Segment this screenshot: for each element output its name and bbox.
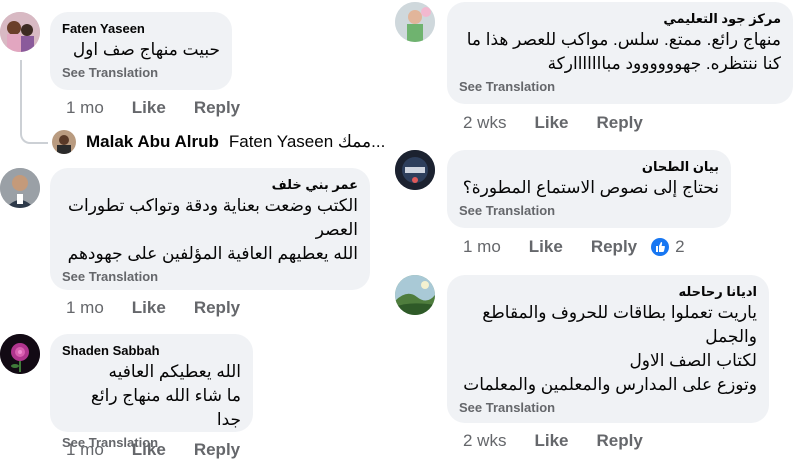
reply-button[interactable]: Reply	[194, 440, 240, 460]
comment-text-line: لكتاب الصف الاول	[629, 351, 757, 370]
avatar[interactable]	[395, 2, 435, 42]
comment-actions: 1 mo Like Reply 2	[463, 237, 685, 257]
comment-author[interactable]: مركز جود التعليمي	[459, 10, 781, 28]
comment-text-line: كنا ننتظره. جهوووووود مباااااااركة	[547, 54, 781, 73]
reply-button[interactable]: Reply	[597, 113, 643, 133]
comment-text-line: الكتب وضعت بعناية ودقة وتواكب تطورات	[67, 196, 358, 215]
comment-text-line: الله يعطيهم العافية المؤلفين على جهودهم	[67, 244, 358, 263]
profile-photo-icon	[395, 150, 435, 190]
profile-photo-icon	[395, 2, 435, 42]
see-translation-link[interactable]: See Translation	[459, 78, 781, 96]
reaction-count[interactable]: 2	[675, 237, 684, 257]
comment-text: حبيت منهاج صف اول	[72, 40, 220, 59]
rose-icon	[0, 334, 40, 374]
like-button[interactable]: Like	[534, 431, 568, 451]
comment-author[interactable]: عمر بني خلف	[62, 176, 358, 194]
comment-time[interactable]: 1 mo	[66, 298, 104, 318]
landscape-photo-icon	[395, 275, 435, 315]
comment-bubble: Faten Yaseen حبيت منهاج صف اول See Trans…	[50, 12, 232, 90]
reply-author[interactable]: Malak Abu Alrub	[86, 132, 219, 152]
comment-bubble: Shaden Sabbah الله يعطيكم العافيه ما شاء…	[50, 334, 253, 450]
avatar[interactable]	[395, 150, 435, 190]
reply-button[interactable]: Reply	[194, 298, 240, 318]
comment-actions: 1 mo Like Reply	[66, 98, 240, 118]
comment-text-line: ما شاء الله منهاج رائع جدا	[90, 386, 241, 429]
thumbs-up-icon[interactable]	[651, 238, 670, 256]
profile-photo-icon	[0, 168, 40, 208]
like-button[interactable]: Like	[534, 113, 568, 133]
see-translation-link[interactable]: See Translation	[459, 202, 719, 220]
comment-bubble: عمر بني خلف الكتب وضعت بعناية ودقة وتواك…	[50, 168, 370, 290]
comment-text-line: منهاج رائع. ممتع. سلس. مواكب للعصر هذا م…	[466, 30, 781, 49]
comment-bubble: بيان الطحان نحتاج إلى نصوص الاستماع المط…	[447, 150, 731, 228]
see-translation-link[interactable]: See Translation	[62, 64, 220, 82]
comment-bubble: مركز جود التعليمي منهاج رائع. ممتع. سلس.…	[447, 2, 793, 104]
see-translation-link[interactable]: See Translation	[62, 268, 358, 286]
comment-time[interactable]: 2 wks	[463, 431, 506, 451]
comment-text-line: ياريت تعملوا بطاقات للحروف والمقاطع	[482, 303, 757, 322]
comment-text-line: وتوزع على المدارس والمعلمين والمعلمات	[463, 375, 757, 394]
comment-actions: 1 mo Like Reply	[66, 440, 240, 460]
comment-text-line: والجمل	[705, 327, 757, 346]
comment-actions: 2 wks Like Reply	[463, 431, 643, 451]
like-button[interactable]: Like	[529, 237, 563, 257]
comment-text-line: العصر	[315, 220, 358, 239]
profile-photo-icon	[52, 130, 76, 154]
profile-photo-icon	[0, 12, 40, 52]
comment-time[interactable]: 2 wks	[463, 113, 506, 133]
reply-thread-line	[20, 60, 48, 144]
comment-time[interactable]: 1 mo	[66, 440, 104, 460]
like-button[interactable]: Like	[132, 98, 166, 118]
avatar[interactable]	[0, 168, 40, 208]
comment-author[interactable]: اديانا رحاحله	[459, 283, 757, 301]
comment-author[interactable]: Faten Yaseen	[62, 20, 220, 38]
reply-button[interactable]: Reply	[597, 431, 643, 451]
comment-text-line: الله يعطيكم العافيه	[108, 362, 241, 381]
comment-text: نحتاج إلى نصوص الاستماع المطورة؟	[462, 178, 719, 197]
reply-avatar[interactable]	[52, 130, 76, 154]
comment-bubble: اديانا رحاحله ياريت تعملوا بطاقات للحروف…	[447, 275, 769, 423]
avatar[interactable]	[395, 275, 435, 315]
comment-actions: 1 mo Like Reply	[66, 298, 240, 318]
avatar[interactable]	[0, 12, 40, 52]
reply-text: Faten Yaseen ممك...	[228, 132, 386, 151]
reply-preview[interactable]: Malak Abu Alrub Faten Yaseen ممك...	[52, 130, 385, 154]
comment-author[interactable]: بيان الطحان	[459, 158, 719, 176]
like-button[interactable]: Like	[132, 298, 166, 318]
reply-button[interactable]: Reply	[194, 98, 240, 118]
comment-author[interactable]: Shaden Sabbah	[62, 342, 241, 360]
comment-actions: 2 wks Like Reply	[463, 113, 643, 133]
reply-button[interactable]: Reply	[591, 237, 637, 257]
comment-time[interactable]: 1 mo	[66, 98, 104, 118]
see-translation-link[interactable]: See Translation	[459, 399, 757, 417]
comment-time[interactable]: 1 mo	[463, 237, 501, 257]
thumbs-up-glyph	[656, 242, 666, 252]
avatar[interactable]	[0, 334, 40, 374]
like-button[interactable]: Like	[132, 440, 166, 460]
